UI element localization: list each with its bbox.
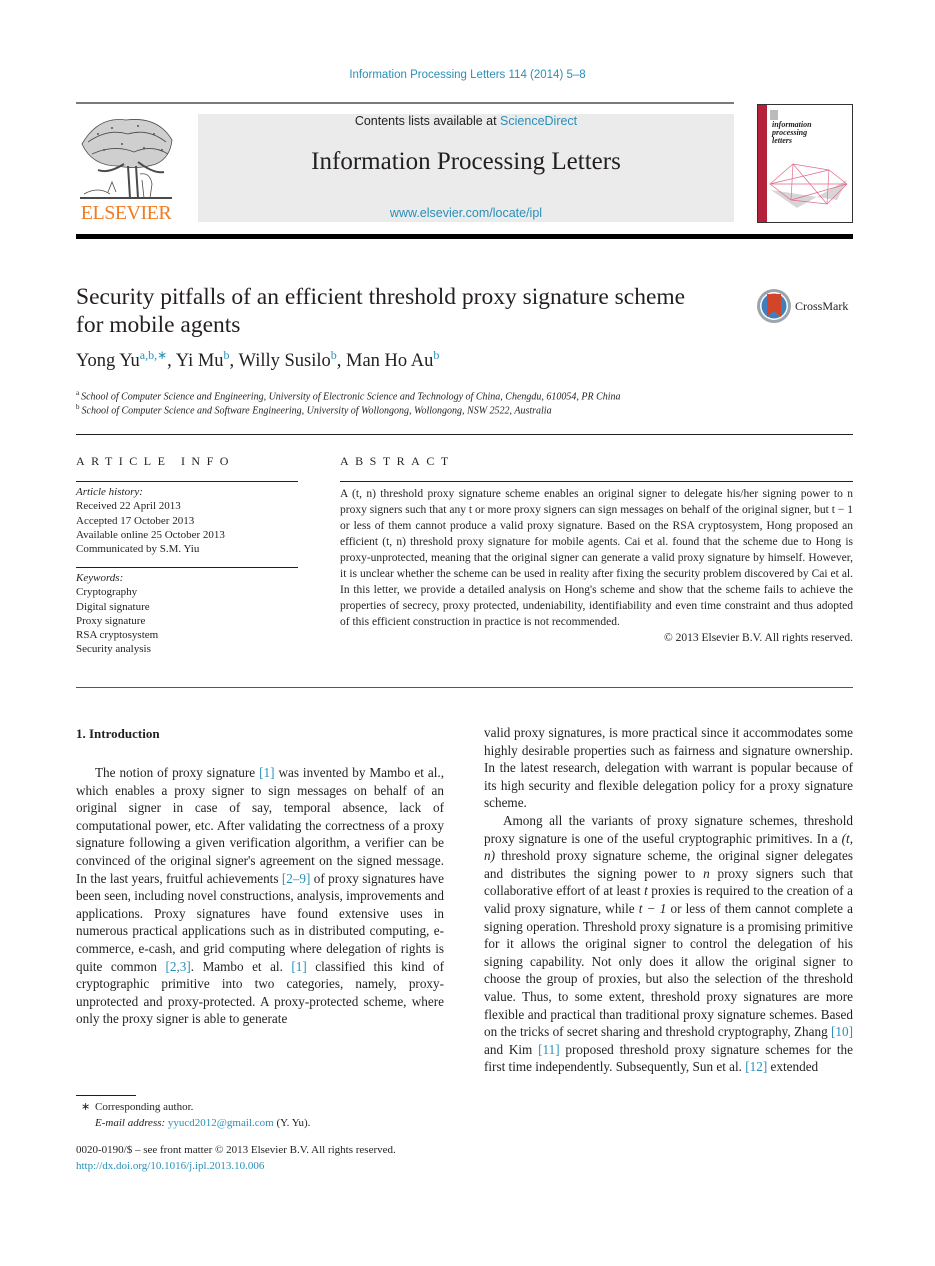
abstract-block: A (t, n) threshold proxy signature schem… <box>340 486 853 646</box>
author-name[interactable]: Man Ho Au <box>346 351 433 371</box>
issn-line: 0020-0190/$ – see front matter © 2013 El… <box>76 1144 396 1156</box>
footnote: ∗ Corresponding author. E-mail address: y… <box>76 1100 310 1131</box>
contents-available-line: Contents lists available at ScienceDirec… <box>198 114 734 128</box>
keyword-item[interactable]: RSA cryptosystem <box>76 628 298 642</box>
crossmark-label: CrossMark <box>795 299 849 313</box>
affiliation-text: School of Computer Science and Engineeri… <box>81 391 621 403</box>
body-paragraph: The notion of proxy signature [1] was in… <box>76 764 444 1028</box>
cover-title-line: letters <box>772 136 792 145</box>
abstract-text: A (t, n) threshold proxy signature schem… <box>340 488 853 628</box>
body-column-right: valid proxy signatures, is more practica… <box>484 724 853 1076</box>
body-text: valid proxy signatures, is more practica… <box>484 725 853 811</box>
abstract-heading: ABSTRACT <box>340 454 455 468</box>
email-link[interactable]: yyucd2012@gmail.com <box>168 1117 274 1129</box>
keyword-item[interactable]: Proxy signature <box>76 614 298 628</box>
history-item: Accepted 17 October 2013 <box>76 514 195 527</box>
body-text: and Kim <box>484 1041 539 1057</box>
affiliation-mark: b <box>76 403 80 411</box>
body-text: . Mambo et al. <box>190 958 292 974</box>
citation-link[interactable]: [1] <box>259 765 274 780</box>
history-item: Communicated by S.M. Yiu <box>76 543 200 556</box>
math-inline: n <box>703 865 710 881</box>
affiliation-mark: a <box>76 389 80 397</box>
author-affiliation-marker[interactable]: a,b,∗ <box>140 348 167 362</box>
math-inline: t − 1 <box>638 900 667 916</box>
header-rule <box>76 102 734 104</box>
article-info-rule <box>76 567 298 568</box>
citation-link[interactable]: [10] <box>831 1024 853 1039</box>
footnote-star: ∗ <box>81 1101 91 1113</box>
section-rule <box>76 434 853 435</box>
journal-title: Information Processing Letters <box>311 148 621 175</box>
crossmark-icon <box>757 289 791 323</box>
email-label: E-mail address: <box>95 1116 166 1129</box>
article-info-heading: ARTICLE INFO <box>76 454 235 468</box>
front-matter: 0020-0190/$ – see front matter © 2013 El… <box>76 1143 396 1174</box>
history-item: Received 22 April 2013 <box>76 500 181 513</box>
author-affiliation-marker[interactable]: b <box>433 348 439 362</box>
citation-link[interactable]: [12] <box>745 1059 767 1074</box>
abstract-copyright: © 2013 Elsevier B.V. All rights reserved… <box>664 632 853 644</box>
article-history: Article history: Received 22 April 2013 … <box>76 485 298 556</box>
header-thick-rule <box>76 234 853 239</box>
keywords: Keywords: Cryptography Digital signature… <box>76 571 298 657</box>
footnote-rule <box>76 1095 136 1096</box>
journal-url-link[interactable]: www.elsevier.com/locate/ipl <box>198 206 734 220</box>
body-text: or less of them can­not complete a signi… <box>484 900 853 1040</box>
history-item: Available online 25 October 2013 <box>76 528 225 541</box>
body-text: was invented by Mambo et al., which enab… <box>76 765 444 886</box>
journal-reference-link[interactable]: Information Processing Letters 114 (2014… <box>0 69 935 81</box>
keyword-item[interactable]: Cryptography <box>76 585 298 599</box>
body-paragraph: valid proxy signatures, is more practica… <box>484 724 853 812</box>
elsevier-logo[interactable]: ELSEVIER <box>76 114 176 224</box>
keyword-item[interactable]: Security analysis <box>76 642 298 656</box>
journal-cover-image[interactable]: information processing letters <box>757 104 853 223</box>
author-separator: , <box>336 351 347 371</box>
abstract-bottom-rule <box>76 687 853 688</box>
affiliation-a: a School of Computer Science and Engineer… <box>76 389 621 402</box>
author-name[interactable]: Yong Yu <box>76 351 140 371</box>
affiliation-b: b School of Computer Science and Software… <box>76 403 552 416</box>
citation-link[interactable]: [1] <box>291 959 306 974</box>
contents-prefix: Contents lists available at <box>354 114 501 128</box>
elsevier-wordmark: ELSEVIER <box>80 202 172 224</box>
cover-logo-icon <box>770 110 778 120</box>
author-name[interactable]: Yi Mu <box>176 351 224 371</box>
author-name[interactable]: Willy Susilo <box>238 351 330 371</box>
body-text: The notion of proxy signature <box>95 765 260 780</box>
crossmark-button[interactable]: CrossMark <box>756 288 856 328</box>
email-suffix: (Y. Yu). <box>273 1116 311 1129</box>
doi-link[interactable]: http://dx.doi.org/10.1016/j.ipl.2013.10.… <box>76 1159 396 1175</box>
paper-title: Security pitfalls of an efficient thresh… <box>76 284 686 338</box>
cover-graphic-icon <box>769 163 848 208</box>
body-column-left: The notion of proxy signature [1] was in… <box>76 764 444 1028</box>
journal-masthead: Contents lists available at ScienceDirec… <box>198 114 734 222</box>
keyword-item[interactable]: Digital signature <box>76 600 298 614</box>
author-separator: , <box>167 351 176 371</box>
author-list: Yong Yua,b,∗, Yi Mub, Willy Susilob, Man… <box>76 348 439 372</box>
abstract-rule <box>340 481 853 482</box>
sciencedirect-link[interactable]: ScienceDirect <box>500 114 577 128</box>
article-history-label: Article history: <box>76 486 143 498</box>
cover-spine <box>758 105 767 222</box>
citation-link[interactable]: [11] <box>538 1042 559 1057</box>
elsevier-tree-icon <box>80 119 173 199</box>
corresponding-author-label: Corresponding author. <box>95 1101 194 1113</box>
body-text: Among all the variants of proxy signatur… <box>484 812 853 846</box>
affiliation-text: School of Computer Science and Software … <box>81 405 552 417</box>
citation-link[interactable]: [2–9] <box>282 871 311 886</box>
section-heading-introduction: 1. Introduction <box>76 726 160 741</box>
article-info-rule <box>76 481 298 482</box>
body-paragraph: Among all the variants of proxy signatur… <box>484 812 853 1076</box>
keywords-label: Keywords: <box>76 572 124 584</box>
body-text: extended <box>767 1059 819 1075</box>
citation-link[interactable]: [2,3] <box>166 959 191 974</box>
